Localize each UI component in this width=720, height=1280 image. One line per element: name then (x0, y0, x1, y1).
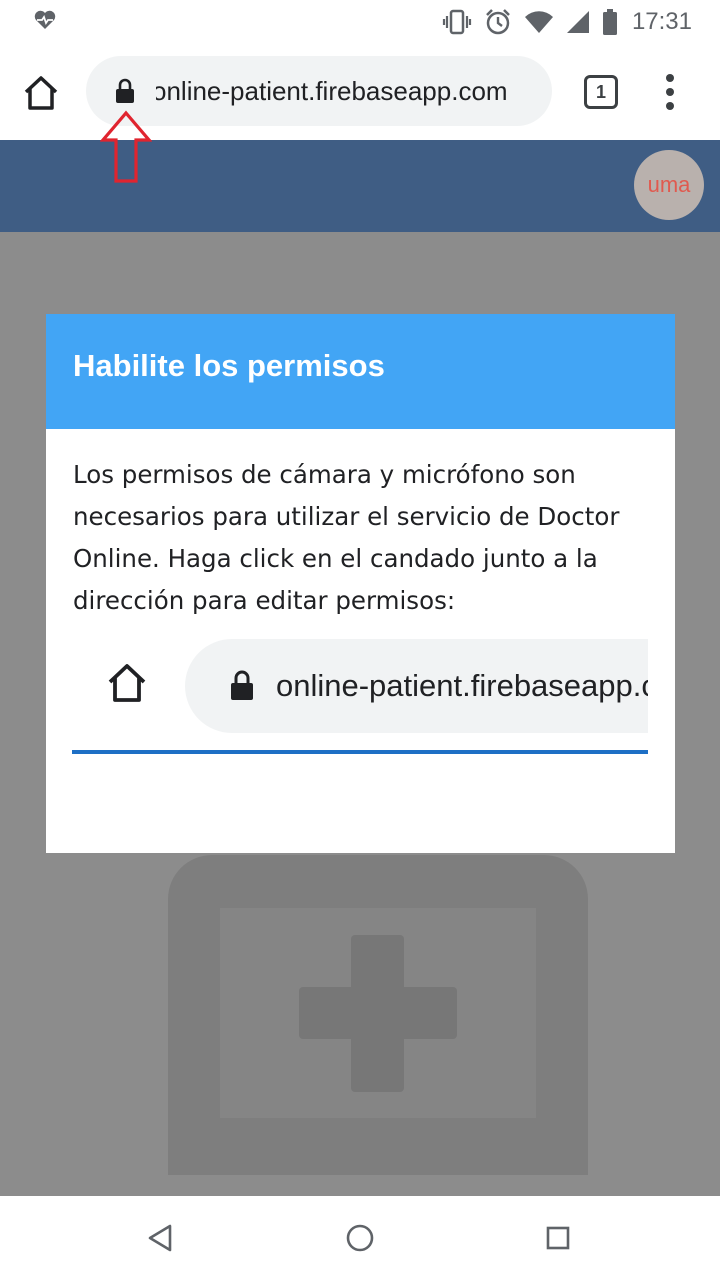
annotation-arrow-icon (100, 110, 152, 183)
dialog-header: Habilite los permisos (46, 314, 675, 429)
status-bar: 17:31 (0, 0, 720, 44)
home-icon (108, 664, 146, 702)
alarm-icon (486, 9, 510, 35)
dialog-message: Los permisos de cámara y micrófono son n… (73, 460, 620, 615)
status-time: 17:31 (631, 8, 692, 35)
address-bar[interactable]: online-patient.firebaseapp.com (86, 56, 552, 126)
cell-signal-icon (566, 11, 589, 33)
dialog-title: Habilite los permisos (73, 348, 385, 383)
avatar[interactable]: uma (634, 150, 704, 220)
vibrate-icon (442, 9, 472, 35)
overflow-menu-icon[interactable] (656, 70, 684, 114)
battery-icon (602, 9, 617, 35)
permissions-dialog: Habilite los permisos Los permisos de cá… (46, 314, 675, 853)
url-text[interactable]: online-patient.firebaseapp.com (156, 56, 546, 126)
tab-switcher-button[interactable]: 1 (584, 75, 618, 109)
illustration-underline (72, 750, 648, 754)
heart-pulse-icon (34, 10, 56, 29)
address-bar-illustration: online-patient.firebaseapp.com (72, 636, 648, 758)
home-circle-icon[interactable] (340, 1218, 380, 1258)
back-icon[interactable] (140, 1218, 180, 1258)
recents-icon[interactable] (538, 1218, 578, 1258)
lock-icon[interactable] (114, 78, 136, 104)
illustration-url-text: online-patient.firebaseapp.com (276, 668, 648, 703)
home-icon[interactable] (20, 72, 62, 114)
wifi-icon (524, 11, 553, 34)
lock-icon (231, 670, 253, 700)
navigation-bar (0, 1196, 720, 1280)
